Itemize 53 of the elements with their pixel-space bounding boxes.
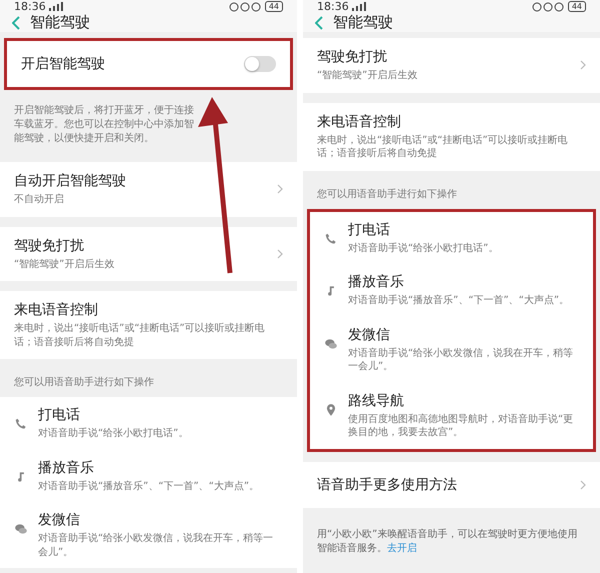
setting-label: 语音助手更多使用方法 — [317, 476, 458, 494]
action-label: 播放音乐 — [38, 458, 95, 476]
action-label: 发微信 — [38, 511, 81, 529]
chevron-right-icon — [580, 480, 586, 490]
action-description: 使用百度地图和高德地图导航时，对语音助手说“更换目的地，我要去故宫”。 — [348, 412, 574, 440]
setting-label: 自动开启智能驾驶 — [14, 172, 127, 190]
action-description: 对语音助手说“播放音乐”、“下一首”、“大声点”。 — [38, 480, 260, 493]
status-time: 18:36 — [14, 0, 46, 13]
status-icons — [228, 2, 261, 12]
chevron-right-icon — [277, 184, 283, 194]
chevron-right-icon — [277, 248, 283, 259]
back-icon[interactable] — [315, 16, 323, 30]
setting-label: 驾驶免打扰 — [317, 48, 388, 66]
phone-icon — [14, 417, 28, 431]
action-description: 对语音助手说“给张小欧发微信，说我在开车，稍等一会儿”。 — [38, 532, 274, 559]
page-title: 智能驾驶 — [30, 13, 90, 32]
section-header: 您可以用语音助手进行如下操作 — [13, 376, 155, 390]
setting-description: 来电时，说出“接听电话”或“挂断电话”可以接听或挂断电话；语音接听后将自动免提 — [317, 134, 569, 160]
signal-icon — [352, 2, 366, 11]
setting-description: “智能驾驶”开启后生效 — [317, 69, 418, 82]
setting-label: 开启智能驾驶 — [21, 55, 106, 73]
action-label: 打电话 — [348, 220, 391, 238]
chat-bubbles-icon — [324, 336, 338, 350]
action-label: 打电话 — [38, 406, 81, 424]
chat-bubbles-icon — [14, 522, 28, 536]
section-header: 您可以用语音助手进行如下操作 — [316, 188, 458, 202]
page-title: 智能驾驶 — [333, 13, 393, 32]
setting-description: 不自动开启 — [14, 193, 65, 206]
status-icons — [532, 2, 564, 12]
setting-label: 来电语音控制 — [317, 112, 402, 130]
action-description: 对语音助手说“播放音乐”、“下一首”、“大声点”。 — [348, 294, 570, 308]
setting-description: “智能驾驶”开启后生效 — [14, 258, 116, 271]
info-note: 用“小欧小欧”来唤醒语音助手，可以在驾驶时更方便地使用智能语音服务。去开启 — [316, 528, 578, 556]
setting-description: 来电时，说出“接听电话”或“挂断电话”可以接听或挂断电话；语音接听后将自动免提 — [14, 322, 266, 349]
action-label: 发微信 — [348, 326, 391, 344]
back-icon[interactable] — [12, 16, 20, 30]
status-time: 18:36 — [317, 0, 349, 13]
setting-label: 驾驶免打扰 — [14, 236, 85, 254]
location-pin-icon — [324, 402, 338, 416]
setting-description: 开启智能驾驶后，将打开蓝牙，便于连接车载蓝牙。您也可以在控制中心中添加智能驾驶，以便快捷开启和关闭。 — [13, 104, 195, 146]
signal-icon — [48, 2, 63, 11]
action-description: 对语音助手说“给张小欧发微信，说我在开车，稍等一会儿”。 — [348, 346, 574, 374]
battery-level: 44 — [264, 1, 283, 12]
action-description: 对语音助手说“给张小欧打电话”。 — [348, 242, 500, 255]
action-label: 路线导航 — [348, 392, 405, 410]
action-label: 播放音乐 — [348, 273, 405, 291]
enable-link[interactable]: 去开启 — [387, 543, 417, 554]
phone-icon — [324, 232, 338, 246]
battery-level: 44 — [568, 1, 586, 12]
toggle-switch[interactable] — [244, 56, 276, 72]
setting-label: 来电语音控制 — [14, 301, 99, 319]
action-description: 对语音助手说“给张小欧打电话”。 — [38, 427, 190, 440]
chevron-right-icon — [580, 60, 586, 70]
